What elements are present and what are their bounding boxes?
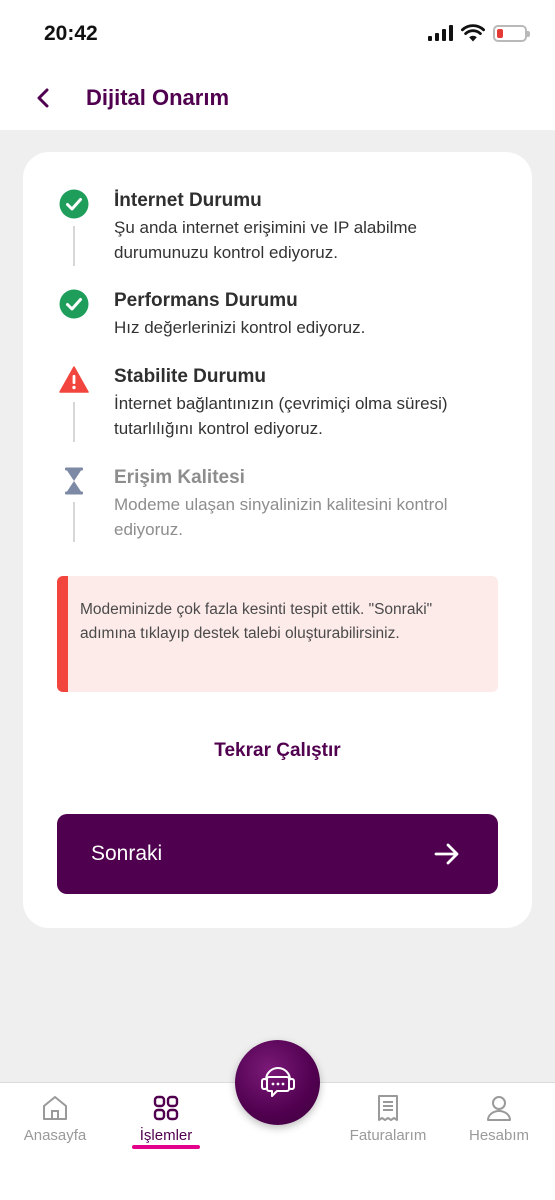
- nav-item-account[interactable]: Hesabım: [444, 1093, 554, 1144]
- diagnostic-card: İnternet Durumu Şu anda internet erişimi…: [23, 152, 532, 928]
- wifi-icon: [461, 24, 485, 42]
- retry-button[interactable]: Tekrar Çalıştır: [23, 740, 532, 762]
- home-icon: [43, 1096, 67, 1120]
- nav-label: Hesabım: [468, 1127, 530, 1144]
- next-button-label: Sonraki: [91, 842, 163, 865]
- step-description: İnternet bağlantınızın (çevrimiçi olma s…: [114, 394, 448, 438]
- active-tab-indicator: [132, 1145, 200, 1149]
- cellular-signal-icon: [428, 25, 453, 41]
- header: Dijital Onarım: [0, 66, 555, 130]
- step-connector: [73, 402, 75, 442]
- arrow-right-icon: [434, 843, 459, 865]
- next-button[interactable]: Sonraki: [57, 814, 498, 894]
- alert-accent-bar: [57, 576, 68, 692]
- step-title: İnternet Durumu: [114, 190, 262, 211]
- nav-item-home[interactable]: Anasayfa: [0, 1093, 110, 1144]
- chat-support-icon: [260, 1066, 295, 1097]
- nav-label: Faturalarım: [349, 1127, 427, 1144]
- nav-item-invoices[interactable]: Faturalarım: [333, 1093, 443, 1144]
- status-bar: 20:42: [0, 0, 555, 66]
- alert-message: Modeminizde çok fazla kesinti tespit ett…: [80, 601, 433, 642]
- step-description: Modeme ulaşan sinyalinizin kalitesini ko…: [114, 495, 448, 539]
- step-connector: [73, 502, 75, 542]
- chevron-left-icon: [37, 88, 49, 108]
- step-title: Performans Durumu: [114, 290, 298, 311]
- step-title: Stabilite Durumu: [114, 366, 267, 387]
- grid-icon: [153, 1095, 179, 1121]
- step-connector: [73, 226, 75, 266]
- step-description: Şu anda internet erişimini ve IP alabilm…: [114, 218, 418, 262]
- nav-item-operations[interactable]: İşlemler: [111, 1093, 221, 1144]
- battery-icon: [493, 24, 530, 42]
- page-title: Dijital Onarım: [86, 85, 230, 110]
- warning-icon: [59, 366, 89, 393]
- nav-label: İşlemler: [139, 1127, 193, 1144]
- status-time: 20:42: [44, 22, 98, 45]
- step-title: Erişim Kalitesi: [114, 467, 245, 488]
- person-icon: [487, 1096, 511, 1121]
- nav-label: Anasayfa: [23, 1127, 87, 1144]
- invoice-icon: [378, 1095, 398, 1121]
- hourglass-icon: [65, 467, 83, 495]
- support-chat-button[interactable]: [235, 1040, 320, 1125]
- interruption-alert: Modeminizde çok fazla kesinti tespit ett…: [57, 576, 498, 692]
- check-circle-icon: [59, 189, 89, 219]
- back-button[interactable]: [26, 81, 60, 115]
- check-circle-icon: [59, 289, 89, 319]
- status-icons: [428, 24, 530, 42]
- step-description: Hız değerlerinizi kontrol ediyoruz.: [114, 318, 366, 337]
